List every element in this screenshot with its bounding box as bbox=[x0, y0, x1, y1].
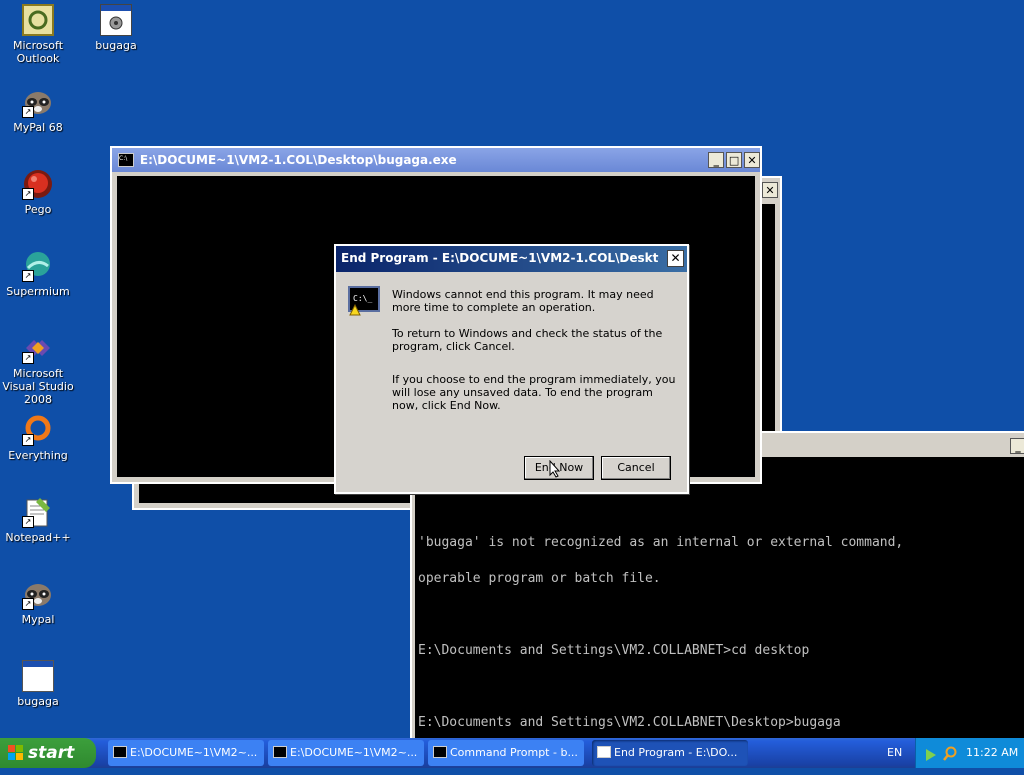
end-program-dialog[interactable]: End Program - E:\DOCUME~1\VM2-1.COL\Desk… bbox=[334, 244, 689, 494]
shortcut-arrow-icon: ↗ bbox=[22, 106, 34, 118]
minimize-button[interactable]: _ bbox=[708, 152, 725, 168]
desktop-icon-pego[interactable]: ↗ Pego bbox=[0, 168, 76, 216]
window-title: E:\DOCUME~1\VM2-1.COL\Desktop\bugaga.exe bbox=[139, 153, 457, 167]
desktop-icon-supermium[interactable]: ↗ Supermium bbox=[0, 250, 76, 298]
clock[interactable]: 11:22 AM bbox=[966, 738, 1018, 768]
desktop-icon-mypal-68[interactable]: ↗ MyPal 68 bbox=[0, 86, 76, 134]
taskbar-button-console-2[interactable]: E:\DOCUME~1\VM2~... bbox=[268, 740, 424, 766]
desktop-icon-everything[interactable]: ↗ Everything bbox=[0, 414, 76, 462]
console-line: E:\Documents and Settings\VM2.COLLABNET>… bbox=[418, 643, 810, 658]
desktop-icon-notepad-plus-plus[interactable]: ↗ Notepad++ bbox=[0, 496, 76, 544]
taskbar-button-end-program[interactable]: End Program - E:\DO... bbox=[592, 740, 748, 766]
start-button[interactable]: start bbox=[0, 738, 96, 768]
dialog-message-2: To return to Windows and check the statu… bbox=[392, 327, 663, 353]
windows-flag-icon bbox=[8, 745, 23, 760]
desktop-icon-visual-studio-2008[interactable]: ↗ Microsoft Visual Studio 2008 bbox=[0, 332, 76, 406]
cancel-button[interactable]: Cancel bbox=[601, 456, 671, 480]
supermium-icon: ↗ bbox=[22, 250, 54, 282]
console-icon bbox=[113, 746, 127, 758]
desktop-icon-label: Everything bbox=[8, 449, 68, 462]
desktop-icon-label: bugaga bbox=[17, 695, 59, 708]
language-indicator[interactable]: EN bbox=[887, 738, 902, 768]
maximize-button[interactable]: □ bbox=[726, 152, 743, 168]
shortcut-arrow-icon: ↗ bbox=[22, 516, 34, 528]
desktop-icon-label: Supermium bbox=[6, 285, 70, 298]
desktop-icon-label: Notepad++ bbox=[5, 531, 71, 544]
everything-icon: ↗ bbox=[22, 414, 54, 446]
desktop-icon-bugaga-exe[interactable]: bugaga bbox=[78, 4, 154, 52]
raccoon-icon: ↗ bbox=[22, 86, 54, 118]
console-line: E:\Documents and Settings\VM2.COLLABNET\… bbox=[418, 715, 841, 730]
dialog-title-bar[interactable]: End Program - E:\DOCUME~1\VM2-1.COL\Desk… bbox=[336, 246, 687, 272]
desktop-icon-label: Pego bbox=[24, 203, 52, 216]
taskbar-button-label: E:\DOCUME~1\VM2~... bbox=[130, 746, 258, 759]
window-icon bbox=[597, 746, 611, 758]
close-button[interactable]: ✕ bbox=[667, 250, 684, 267]
taskbar: start E:\DOCUME~1\VM2~... E:\DOCUME~1\VM… bbox=[0, 738, 1024, 768]
taskbar-button-label: Command Prompt - b... bbox=[450, 746, 578, 759]
dialog-message-1: Windows cannot end this program. It may … bbox=[392, 288, 654, 314]
desktop-icon-label: MyPal 68 bbox=[13, 121, 63, 134]
window-icon bbox=[22, 660, 54, 692]
shortcut-arrow-icon: ↗ bbox=[22, 270, 34, 282]
console-icon bbox=[273, 746, 287, 758]
taskbar-button-label: End Program - E:\DO... bbox=[614, 746, 738, 759]
console-icon: C:\ bbox=[118, 153, 134, 167]
desktop-icon-label: bugaga bbox=[95, 39, 137, 52]
title-bar[interactable]: C:\ E:\DOCUME~1\VM2-1.COL\Desktop\bugaga… bbox=[112, 148, 760, 172]
desktop-icon-bugaga-window[interactable]: bugaga bbox=[0, 660, 76, 708]
shortcut-arrow-icon: ↗ bbox=[22, 188, 34, 200]
minimize-button[interactable]: _ bbox=[1010, 438, 1024, 454]
taskbar-button-console-1[interactable]: E:\DOCUME~1\VM2~... bbox=[108, 740, 264, 766]
search-icon[interactable] bbox=[942, 744, 958, 774]
shortcut-arrow-icon: ↗ bbox=[22, 598, 34, 610]
visual-studio-icon: ↗ bbox=[22, 332, 54, 364]
taskbar-button-label: E:\DOCUME~1\VM2~... bbox=[290, 746, 418, 759]
desktop-icon-mypal[interactable]: ↗ Mypal bbox=[0, 578, 76, 626]
system-tray: 11:22 AM bbox=[915, 738, 1024, 768]
network-icon[interactable] bbox=[924, 745, 936, 761]
console-line: operable program or batch file. bbox=[418, 571, 661, 586]
console-exe-icon bbox=[100, 4, 132, 36]
start-label: start bbox=[28, 743, 75, 763]
taskbar-button-command-prompt[interactable]: Command Prompt - b... bbox=[428, 740, 584, 766]
red-orb-icon: ↗ bbox=[22, 168, 54, 200]
raccoon-icon: ↗ bbox=[22, 578, 54, 610]
svg-text:C:\_: C:\_ bbox=[353, 294, 372, 303]
outlook-icon bbox=[22, 4, 54, 36]
console-line: 'bugaga' is not recognized as an interna… bbox=[418, 535, 904, 550]
desktop-icon-label: Microsoft Outlook bbox=[12, 39, 64, 65]
desktop-icon-label: Mypal bbox=[21, 613, 55, 626]
console-warning-icon: C:\_ bbox=[348, 286, 380, 316]
shortcut-arrow-icon: ↗ bbox=[22, 434, 34, 446]
close-button[interactable]: ✕ bbox=[762, 182, 778, 198]
notepad-plus-plus-icon: ↗ bbox=[22, 496, 54, 528]
desktop-icon-label: Microsoft Visual Studio 2008 bbox=[2, 367, 74, 406]
dialog-title: End Program - E:\DOCUME~1\VM2-1.COL\Desk… bbox=[341, 251, 659, 265]
console-icon bbox=[433, 746, 447, 758]
mouse-cursor-icon bbox=[549, 459, 561, 482]
close-button[interactable]: ✕ bbox=[744, 152, 760, 168]
desktop-icon-microsoft-outlook[interactable]: Microsoft Outlook bbox=[0, 4, 76, 65]
dialog-message-3: If you choose to end the program immedia… bbox=[392, 373, 676, 412]
command-prompt-console[interactable]: 'bugaga' is not recognized as an interna… bbox=[415, 457, 1024, 739]
console-output: 'bugaga' is not recognized as an interna… bbox=[418, 513, 903, 753]
shortcut-arrow-icon: ↗ bbox=[22, 352, 34, 364]
